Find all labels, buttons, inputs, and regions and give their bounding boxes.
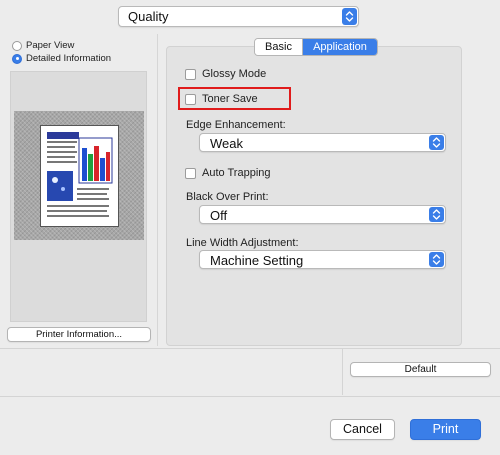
radio-label: Detailed Information xyxy=(26,53,112,64)
panel-select-value: Quality xyxy=(128,9,169,24)
edge-enhancement-label: Edge Enhancement: xyxy=(186,119,286,131)
radio-detailed-information[interactable]: Detailed Information xyxy=(12,53,111,64)
tab-control: Basic Application xyxy=(254,38,378,56)
toner-save-option[interactable]: Toner Save xyxy=(185,93,258,105)
black-over-print-select[interactable]: Off xyxy=(199,205,446,224)
document-preview-icon xyxy=(40,125,119,227)
auto-trapping-label: Auto Trapping xyxy=(202,167,271,179)
glossy-mode-checkbox[interactable] xyxy=(185,68,196,80)
toner-save-checkbox[interactable] xyxy=(185,93,196,105)
tab-application[interactable]: Application xyxy=(303,39,377,55)
edge-enhancement-value: Weak xyxy=(210,136,243,151)
radio-button[interactable] xyxy=(12,40,22,51)
chevron-up-down-icon xyxy=(429,207,444,222)
auto-trapping-option[interactable]: Auto Trapping xyxy=(185,167,271,179)
chevron-up-down-icon xyxy=(342,8,357,25)
line-width-adjustment-value: Machine Setting xyxy=(210,253,304,268)
black-over-print-label: Black Over Print: xyxy=(186,191,269,203)
glossy-mode-label: Glossy Mode xyxy=(202,68,267,80)
glossy-mode-option[interactable]: Glossy Mode xyxy=(185,68,266,80)
preview-image xyxy=(14,111,144,240)
toner-save-label: Toner Save xyxy=(202,93,258,105)
panel-divider xyxy=(157,34,158,346)
radio-label: Paper View xyxy=(26,40,75,51)
cancel-button[interactable]: Cancel xyxy=(330,419,395,440)
footer-divider-top xyxy=(0,348,500,349)
chevron-up-down-icon xyxy=(429,252,444,267)
preview-area xyxy=(10,71,147,322)
footer-vertical-divider xyxy=(342,349,343,395)
radio-button-selected[interactable] xyxy=(12,53,22,64)
radio-paper-view[interactable]: Paper View xyxy=(12,40,74,51)
tab-basic[interactable]: Basic xyxy=(255,39,303,55)
line-width-adjustment-select[interactable]: Machine Setting xyxy=(199,250,446,269)
default-button[interactable]: Default xyxy=(350,362,491,377)
line-width-adjustment-label: Line Width Adjustment: xyxy=(186,237,299,249)
preview-panel: Paper View Detailed Information xyxy=(0,34,157,346)
chevron-up-down-icon xyxy=(429,135,444,150)
printer-information-button[interactable]: Printer Information... xyxy=(7,327,151,342)
black-over-print-value: Off xyxy=(210,208,228,223)
panel-select[interactable]: Quality xyxy=(118,6,359,27)
auto-trapping-checkbox[interactable] xyxy=(185,167,196,179)
print-button[interactable]: Print xyxy=(410,419,481,440)
footer-divider-bottom xyxy=(0,396,500,397)
edge-enhancement-select[interactable]: Weak xyxy=(199,133,446,152)
